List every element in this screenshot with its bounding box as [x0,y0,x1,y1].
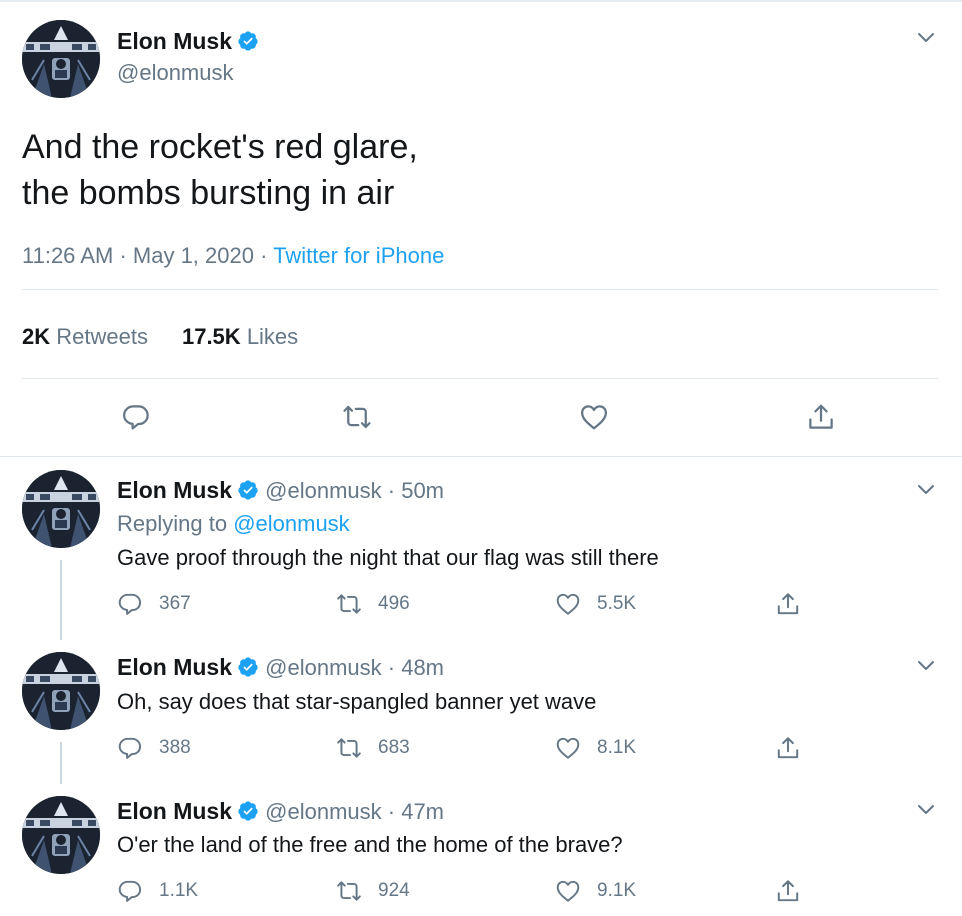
author-name-row[interactable]: Elon Musk [117,28,259,55]
avatar-image [22,470,100,548]
like-action[interactable]: 8.1K [555,735,636,761]
avatar-image [22,796,100,874]
author-name[interactable]: Elon Musk [117,798,232,824]
tweet-time[interactable]: · 50m [388,478,444,503]
tweet-text: Oh, say does that star-spangled banner y… [117,689,597,714]
reply-count: 1.1K [159,880,199,901]
reply-action[interactable]: 388 [117,735,191,761]
avatar-image [22,652,100,730]
divider [22,289,938,290]
likes-count: 17.5K [181,324,241,349]
like-icon[interactable] [579,402,609,432]
tweet-time[interactable]: · 47m [388,799,444,824]
tweet-time[interactable]: · 48m [388,655,444,680]
top-border [0,0,962,2]
tweet-text: O'er the land of the free and the home o… [117,832,623,857]
reply-icon [117,591,143,617]
likes-stat[interactable]: 17.5K Likes [182,324,298,349]
verified-badge-icon [237,800,259,822]
like-icon [555,591,581,617]
divider [0,456,962,457]
share-icon[interactable] [806,402,836,432]
retweet-action[interactable]: 924 [336,878,410,904]
avatar[interactable] [22,20,100,98]
avatar-image [22,20,100,98]
retweet-icon[interactable] [342,402,372,432]
like-count: 8.1K [597,737,637,758]
author-handle[interactable]: @elonmusk [265,478,382,503]
retweet-count: 683 [378,737,410,758]
like-icon [555,878,581,904]
like-action[interactable]: 9.1K [555,878,636,904]
author-name[interactable]: Elon Musk [117,654,232,680]
reply-count: 367 [159,593,191,614]
retweet-action[interactable]: 683 [336,735,410,761]
author-name[interactable]: Elon Musk [117,477,232,503]
retweet-icon [336,591,362,617]
tweet-text: Gave proof through the night that our fl… [117,545,659,570]
reply-action[interactable]: 1.1K [117,878,198,904]
chevron-down-icon[interactable] [917,804,935,816]
avatar[interactable] [22,470,100,548]
tweet-source[interactable]: Twitter for iPhone [273,243,444,268]
author-name[interactable]: Elon Musk [117,28,232,54]
retweets-label: Retweets [56,324,148,349]
chevron-down-icon[interactable] [917,484,935,496]
retweet-icon [336,735,362,761]
retweets-stat[interactable]: 2K Retweets [22,324,148,349]
verified-badge-icon [237,30,259,52]
author-handle[interactable]: @elonmusk [265,799,382,824]
reply-icon [117,878,143,904]
tweet-stats: 2K Retweets 17.5K Likes [22,324,298,350]
verified-badge-icon [237,479,259,501]
reply-icon[interactable] [121,402,151,432]
divider [22,378,938,379]
verified-badge-icon [237,656,259,678]
replying-to-mention[interactable]: @elonmusk [233,511,350,536]
avatar[interactable] [22,652,100,730]
chevron-down-icon[interactable] [917,32,935,44]
meta-separator: · [253,243,274,268]
reply-icon [117,735,143,761]
replying-to: Replying to @elonmusk [117,511,350,537]
retweet-action[interactable]: 496 [336,591,410,617]
like-icon [555,735,581,761]
like-count: 9.1K [597,880,637,901]
retweet-count: 496 [378,593,410,614]
likes-label: Likes [246,324,299,349]
author-handle[interactable]: @elonmusk [265,655,382,680]
retweet-icon [336,878,362,904]
reply-count: 388 [159,737,191,758]
tweet-text: And the rocket's red glare, the bombs bu… [22,128,418,212]
reply-action[interactable]: 367 [117,591,191,617]
retweets-count: 2K [22,324,51,349]
meta-separator: · [113,243,133,268]
tweet-meta: 11:26 AM · May 1, 2020 · Twitter for iPh… [22,243,444,269]
author-handle[interactable]: @elonmusk [117,60,234,86]
like-count: 5.5K [597,593,637,614]
tweet-date[interactable]: May 1, 2020 [133,243,254,268]
replying-to-prefix: Replying to [117,511,234,536]
share-icon[interactable] [775,591,801,617]
share-icon[interactable] [775,735,801,761]
thread-line [60,560,62,640]
reply-header: Elon Musk @elonmusk · 50m [117,477,444,504]
reply-header: Elon Musk @elonmusk · 48m [117,654,444,681]
like-action[interactable]: 5.5K [555,591,636,617]
retweet-count: 924 [378,880,410,901]
share-icon[interactable] [775,878,801,904]
reply-header: Elon Musk @elonmusk · 47m [117,798,444,825]
tweet-time[interactable]: 11:26 AM [22,243,113,268]
avatar[interactable] [22,796,100,874]
thread-line [60,742,62,784]
chevron-down-icon[interactable] [917,660,935,672]
